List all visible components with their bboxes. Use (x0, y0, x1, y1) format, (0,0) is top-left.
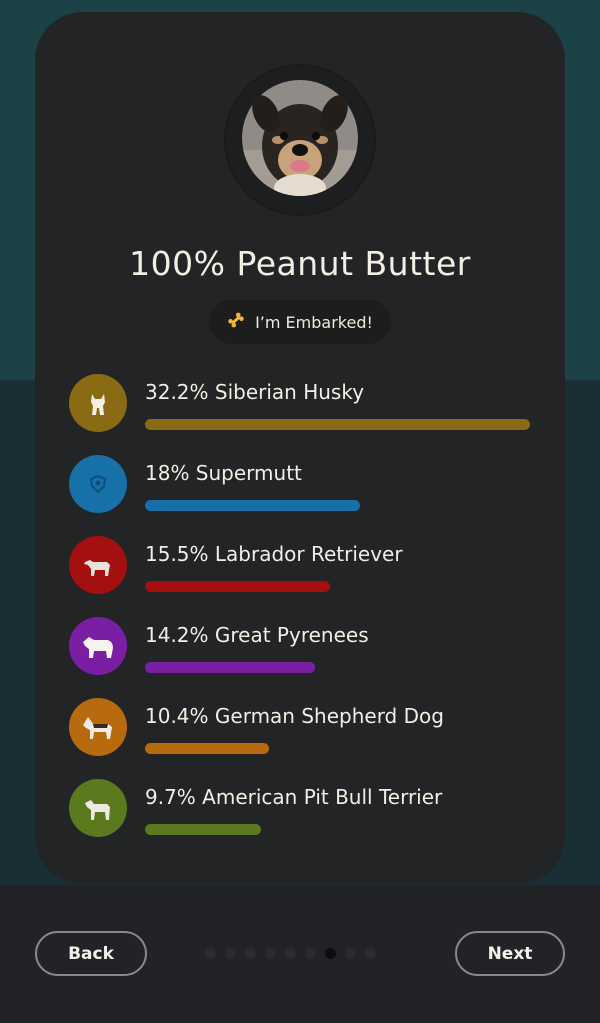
siberian-husky-icon (69, 374, 127, 432)
breed-percent-bar (145, 743, 269, 754)
breed-percent-bar (145, 824, 261, 835)
breed-row-supermutt: 18% Supermutt (69, 455, 539, 517)
breed-label: 10.4% German Shepherd Dog (145, 704, 444, 728)
breed-row-american-pit-bull-terrier: 9.7% American Pit Bull Terrier (69, 779, 539, 841)
pit-bull-terrier-icon (69, 779, 127, 837)
breed-label: 14.2% Great Pyrenees (145, 623, 369, 647)
bone-icon (227, 311, 245, 333)
breed-percent-bar (145, 662, 315, 673)
page-dot (225, 948, 236, 959)
breed-row-great-pyrenees: 14.2% Great Pyrenees (69, 617, 539, 679)
labrador-retriever-icon (69, 536, 127, 594)
breed-percent-bar (145, 500, 360, 511)
page-dot (325, 948, 336, 959)
breed-row-labrador-retriever: 15.5% Labrador Retriever (69, 536, 539, 598)
page-dot (365, 948, 376, 959)
page-dot (345, 948, 356, 959)
next-button[interactable]: Next (455, 931, 565, 976)
breed-percent-bar (145, 581, 330, 592)
great-pyrenees-icon (69, 617, 127, 675)
embarked-badge-label: I’m Embarked! (255, 312, 373, 332)
page-dot (265, 948, 276, 959)
back-button[interactable]: Back (35, 931, 147, 976)
breed-label: 15.5% Labrador Retriever (145, 542, 403, 566)
german-shepherd-icon (69, 698, 127, 756)
supermutt-shield-icon (69, 455, 127, 513)
page-indicator (205, 948, 376, 959)
page-dot (205, 948, 216, 959)
embarked-badge: I’m Embarked! (209, 300, 391, 344)
breed-label: 32.2% Siberian Husky (145, 380, 365, 404)
breed-label: 9.7% American Pit Bull Terrier (145, 785, 443, 809)
breed-row-siberian-husky: 32.2% Siberian Husky (69, 374, 539, 436)
breed-label: 18% Supermutt (145, 461, 302, 485)
page-dot (285, 948, 296, 959)
dog-avatar (242, 80, 358, 196)
breed-row-german-shepherd-dog: 10.4% German Shepherd Dog (69, 698, 539, 760)
page-dot (245, 948, 256, 959)
breed-summary-title: 100% Peanut Butter (129, 244, 471, 283)
breed-percent-bar (145, 419, 530, 430)
page-dot (305, 948, 316, 959)
